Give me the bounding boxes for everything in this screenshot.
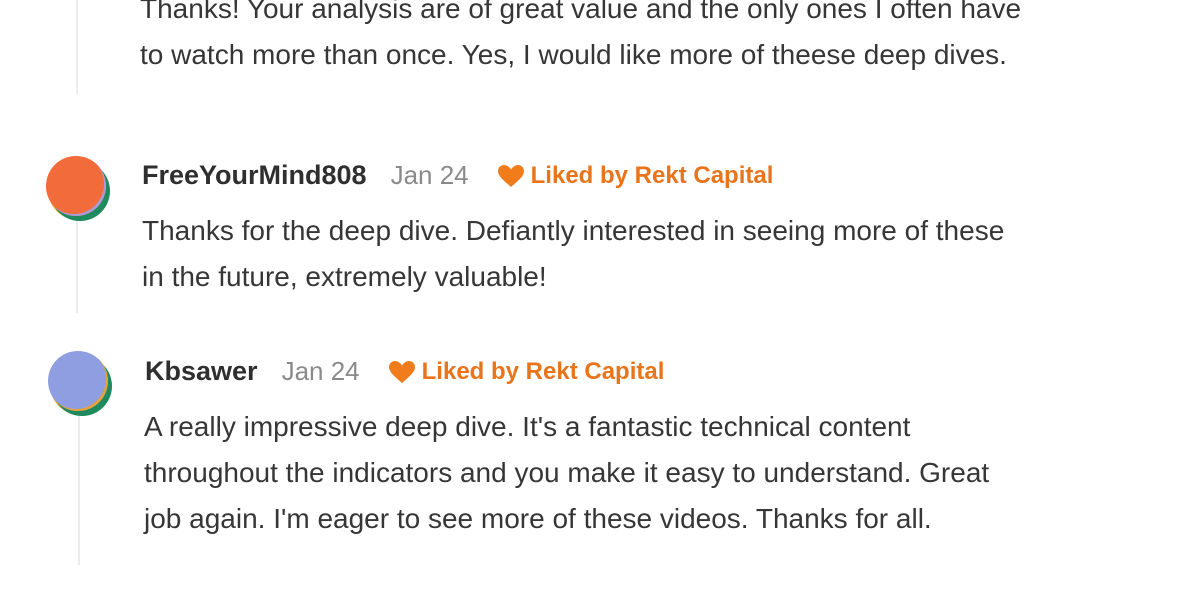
liked-label: Liked by Rekt Capital — [421, 358, 665, 385]
comment-line: to watch more than once. Yes, I would li… — [140, 39, 1007, 70]
thread-line — [76, 205, 78, 313]
comment-line: throughout the indicators and you make i… — [144, 457, 990, 488]
heart-icon — [388, 361, 415, 383]
comment-header: FreeYourMind808 Jan 24 Liked by Rekt Cap… — [142, 158, 773, 191]
comment-line: job again. I'm eager to see more of thes… — [144, 503, 932, 534]
comment-date[interactable]: Jan 24 — [282, 356, 360, 387]
author-name[interactable]: Kbsawer — [145, 356, 258, 387]
comment-date[interactable]: Jan 24 — [391, 160, 469, 191]
comment-line: A really impressive deep dive. It's a fa… — [144, 411, 911, 442]
liked-label: Liked by Rekt Capital — [530, 162, 774, 189]
thread-line — [76, 0, 78, 94]
comment-body: A really impressive deep dive. It's a fa… — [144, 404, 989, 542]
comment-line: Thanks! Your analysis are of great value… — [140, 0, 1022, 24]
avatar[interactable] — [48, 351, 108, 411]
author-name[interactable]: FreeYourMind808 — [142, 160, 367, 191]
comment-body: Thanks for the deep dive. Defiantly inte… — [142, 208, 1004, 300]
avatar[interactable] — [46, 156, 106, 216]
liked-badge: Liked by Rekt Capital — [497, 162, 774, 190]
liked-badge: Liked by Rekt Capital — [388, 358, 665, 386]
comment-line: Thanks for the deep dive. Defiantly inte… — [142, 215, 1005, 246]
thread-line — [78, 405, 80, 565]
comment-line: in the future, extremely valuable! — [142, 261, 547, 292]
comment-body: Thanks! Your analysis are of great value… — [140, 0, 1021, 78]
comment-header: Kbsawer Jan 24 Liked by Rekt Capital — [145, 354, 664, 387]
heart-icon — [497, 165, 524, 187]
